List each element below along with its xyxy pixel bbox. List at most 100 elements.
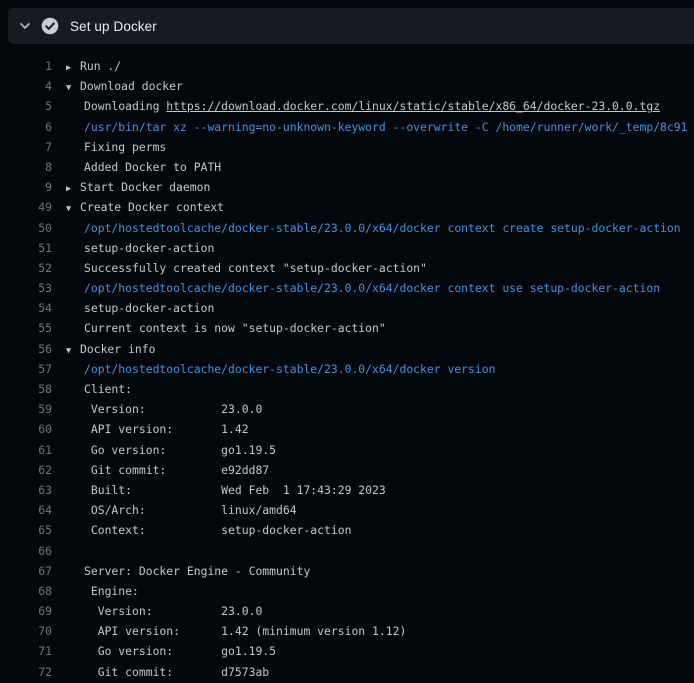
log-line: 1 ▶Run ./ (0, 56, 694, 76)
log-line-number[interactable]: 51 (0, 238, 52, 258)
chevron-down-icon[interactable]: ▼ (66, 199, 80, 217)
log-group-title[interactable]: ▶Start Docker daemon (66, 177, 210, 197)
log-line-number[interactable]: 70 (0, 621, 52, 641)
log-text: Fixing perms (66, 137, 166, 157)
log-text: Go version: go1.19.5 (66, 440, 276, 460)
log-line: 55Current context is now "setup-docker-a… (0, 318, 694, 338)
log-line-number[interactable]: 63 (0, 480, 52, 500)
log-line-number[interactable]: 8 (0, 157, 52, 177)
log-line-number[interactable]: 65 (0, 520, 52, 540)
log-line: 53/opt/hostedtoolcache/docker-stable/23.… (0, 278, 694, 298)
log-group-title[interactable]: ▼Create Docker context (66, 197, 224, 217)
log-line-number[interactable]: 56 (0, 339, 52, 359)
log-text: Context: setup-docker-action (66, 520, 351, 540)
log-text: OS/Arch: linux/amd64 (66, 500, 297, 520)
log-line-number[interactable]: 50 (0, 218, 52, 238)
log-text: Git commit: d7573ab (66, 662, 269, 682)
log-line-number[interactable]: 55 (0, 318, 52, 338)
log-line-number[interactable]: 69 (0, 601, 52, 621)
log-line: 59 Version: 23.0.0 (0, 399, 694, 419)
log-text: setup-docker-action (66, 298, 214, 318)
log-line-number[interactable]: 5 (0, 96, 52, 116)
log-line-number[interactable]: 49 (0, 197, 52, 217)
log-line: 66 (0, 541, 694, 561)
log-text: Version: 23.0.0 (66, 399, 262, 419)
log-command-text: /opt/hostedtoolcache/docker-stable/23.0.… (66, 218, 681, 238)
check-circle-icon (41, 17, 59, 35)
log-line-number[interactable]: 54 (0, 298, 52, 318)
log-line-number[interactable]: 72 (0, 662, 52, 682)
log-text: setup-docker-action (66, 238, 214, 258)
actions-log-viewer: Set up Docker 1▶Run ./4▼Download docker5… (0, 0, 694, 683)
log-text: Successfully created context "setup-dock… (66, 258, 427, 278)
log-line: 4 ▼Download docker (0, 76, 694, 96)
chevron-down-icon[interactable] (18, 19, 32, 33)
log-text: Built: Wed Feb 1 17:43:29 2023 (66, 480, 386, 500)
log-line-number[interactable]: 61 (0, 440, 52, 460)
log-line-number[interactable]: 52 (0, 258, 52, 278)
log-line-number[interactable]: 66 (0, 541, 52, 561)
log-line-number[interactable]: 64 (0, 500, 52, 520)
log-group-label: Docker info (80, 342, 155, 356)
log-text: Go version: go1.19.5 (66, 641, 276, 661)
log-line: 5 Downloading https://download.docker.com… (0, 96, 694, 116)
log-line: 56 ▼Docker info (0, 339, 694, 359)
log-command-text: /usr/bin/tar xz --warning=no-unknown-key… (66, 117, 687, 137)
log-line: 52 Successfully created context "setup-do… (0, 258, 694, 278)
log-line: 64 OS/Arch: linux/amd64 (0, 500, 694, 520)
log-line-number[interactable]: 6 (0, 117, 52, 137)
log-group-label: Download docker (80, 79, 183, 93)
log-group-title[interactable]: ▶Run ./ (66, 56, 121, 76)
log-line: 63 Built: Wed Feb 1 17:43:29 2023 (0, 480, 694, 500)
log-line: 50/opt/hostedtoolcache/docker-stable/23.… (0, 218, 694, 238)
log-line: 72 Git commit: d7573ab (0, 662, 694, 682)
log-text: Downloading https://download.docker.com/… (66, 96, 660, 116)
log-line-number[interactable]: 4 (0, 76, 52, 96)
log-line-number[interactable]: 1 (0, 56, 52, 76)
log-output: 1▶Run ./4▼Download docker5Downloading ht… (0, 44, 694, 682)
log-text: Client: (66, 379, 132, 399)
log-line: 69 Version: 23.0.0 (0, 601, 694, 621)
log-line: 58 Client: (0, 379, 694, 399)
log-group-title[interactable]: ▼Download docker (66, 76, 183, 96)
log-text: Added Docker to PATH (66, 157, 221, 177)
log-text: Git commit: e92dd87 (66, 460, 269, 480)
log-line: 57/opt/hostedtoolcache/docker-stable/23.… (0, 359, 694, 379)
log-link[interactable]: https://download.docker.com/linux/static… (166, 99, 660, 113)
log-line-number[interactable]: 60 (0, 419, 52, 439)
log-line: 8 Added Docker to PATH (0, 157, 694, 177)
log-line: 49 ▼Create Docker context (0, 197, 694, 217)
log-text: Server: Docker Engine - Community (66, 561, 310, 581)
log-line: 62 Git commit: e92dd87 (0, 460, 694, 480)
log-group-title[interactable]: ▼Docker info (66, 339, 155, 359)
log-line-number[interactable]: 59 (0, 399, 52, 419)
log-text: API version: 1.42 (66, 419, 249, 439)
log-line-number[interactable]: 68 (0, 581, 52, 601)
log-line-number[interactable]: 67 (0, 561, 52, 581)
step-title: Set up Docker (70, 19, 157, 34)
log-line: 65 Context: setup-docker-action (0, 520, 694, 540)
log-line-number[interactable]: 62 (0, 460, 52, 480)
log-line-number[interactable]: 7 (0, 137, 52, 157)
log-line: 51 setup-docker-action (0, 238, 694, 258)
log-line: 60 API version: 1.42 (0, 419, 694, 439)
log-group-label: Create Docker context (80, 200, 224, 214)
chevron-right-icon[interactable]: ▶ (66, 58, 80, 76)
chevron-down-icon[interactable]: ▼ (66, 341, 80, 359)
step-header-setup-docker[interactable]: Set up Docker (8, 8, 694, 44)
chevron-right-icon[interactable]: ▶ (66, 179, 80, 197)
log-line: 68 Engine: (0, 581, 694, 601)
log-line: 61 Go version: go1.19.5 (0, 440, 694, 460)
log-line-number[interactable]: 9 (0, 177, 52, 197)
log-line-number[interactable]: 57 (0, 359, 52, 379)
chevron-down-icon[interactable]: ▼ (66, 78, 80, 96)
log-group-label: Run ./ (80, 59, 121, 73)
log-line-number[interactable]: 58 (0, 379, 52, 399)
log-group-label: Start Docker daemon (80, 180, 210, 194)
log-line: 7 Fixing perms (0, 137, 694, 157)
log-line: 70 API version: 1.42 (minimum version 1.… (0, 621, 694, 641)
log-text: API version: 1.42 (minimum version 1.12) (66, 621, 406, 641)
log-line-number[interactable]: 71 (0, 641, 52, 661)
log-line: 54 setup-docker-action (0, 298, 694, 318)
log-line-number[interactable]: 53 (0, 278, 52, 298)
